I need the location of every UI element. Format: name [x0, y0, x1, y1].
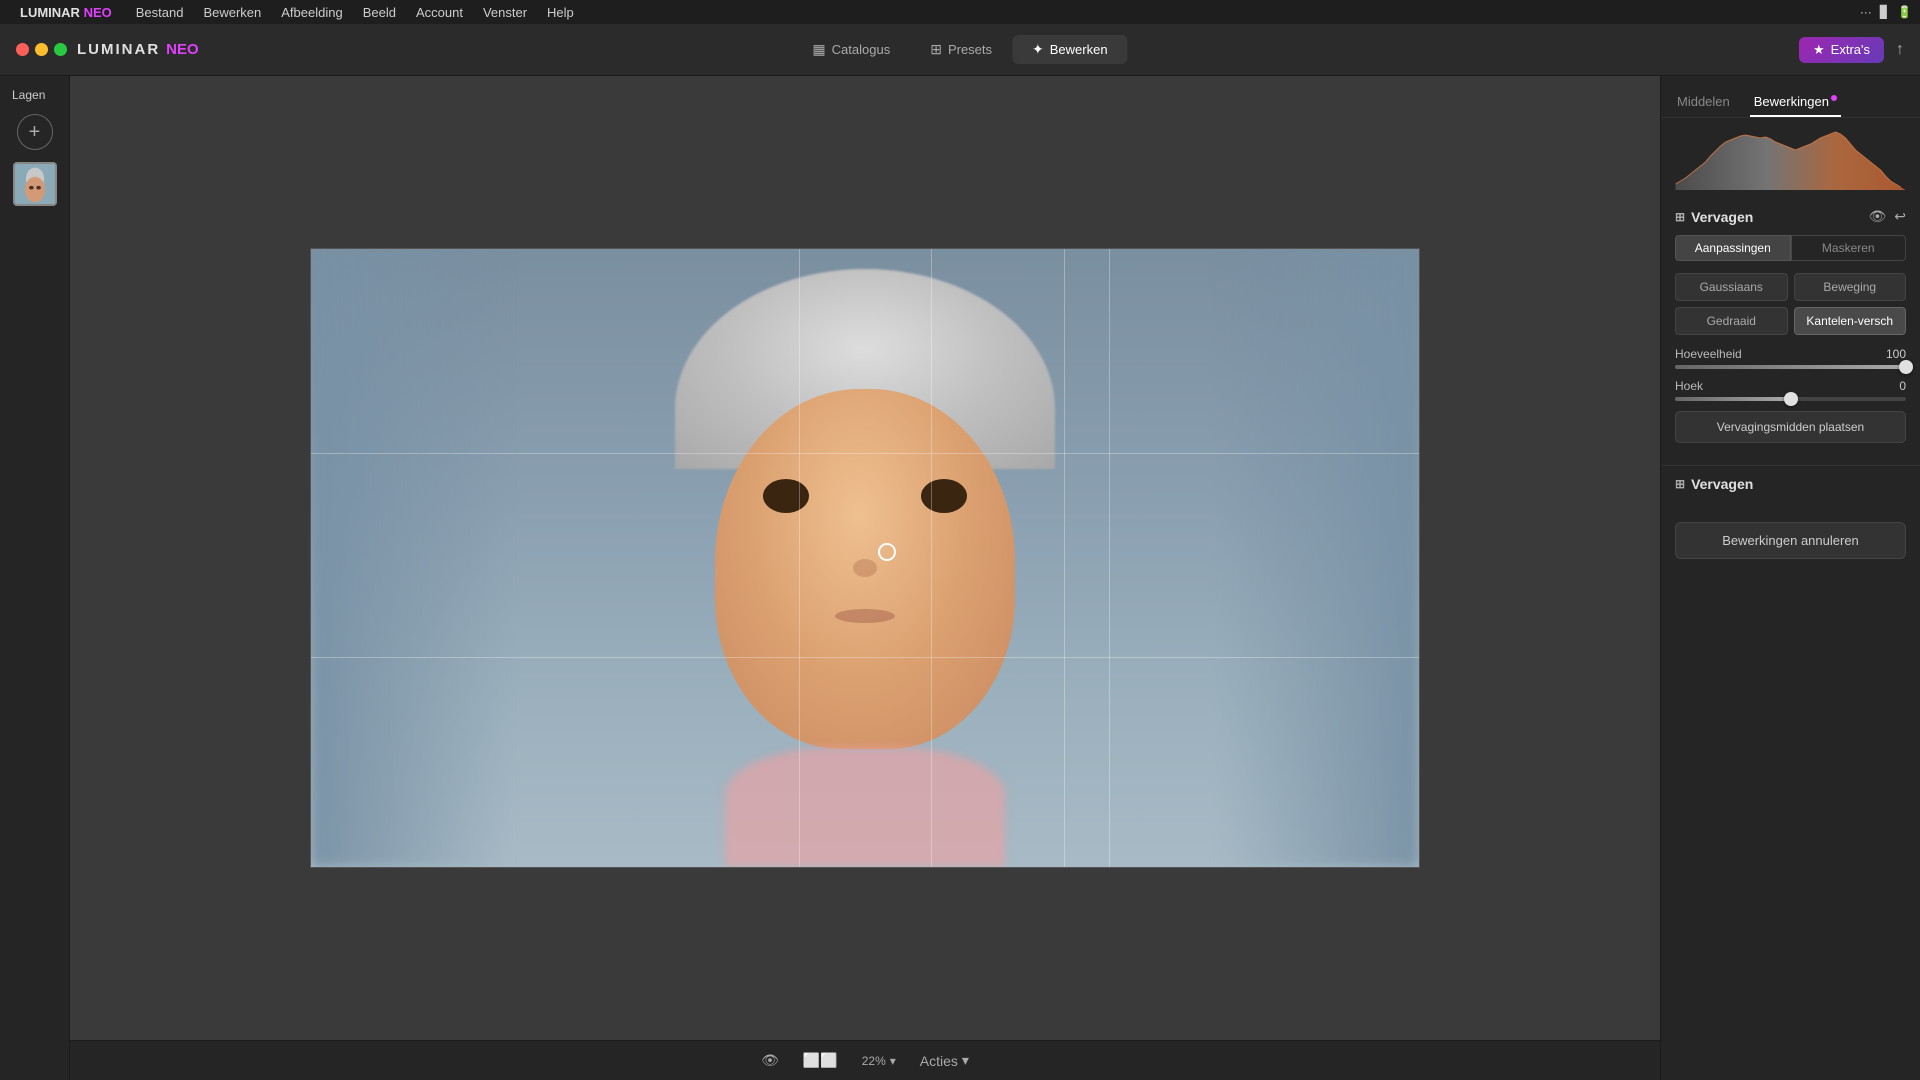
menubar-right: ··· ▊ 🔋: [1860, 5, 1912, 19]
bewerken-icon: ✦: [1032, 41, 1044, 58]
layers-title: Lagen: [0, 88, 45, 102]
photo-background: [311, 249, 1419, 867]
hoek-slider[interactable]: [1675, 397, 1906, 401]
menu-beeld[interactable]: Beeld: [355, 3, 404, 22]
presets-icon: ⊞: [930, 41, 942, 58]
right-panel: Middelen Bewerkingen: [1660, 76, 1920, 1080]
menu-venster[interactable]: Venster: [475, 3, 535, 22]
logo-neo: NEO: [166, 41, 199, 58]
menu-bestand[interactable]: Bestand: [128, 3, 192, 22]
cancel-bewerkingen-button[interactable]: Bewerkingen annuleren: [1675, 522, 1906, 559]
catalogus-icon: ▦: [812, 41, 825, 58]
tab-middelen[interactable]: Middelen: [1673, 88, 1734, 117]
actions-chevron-icon: ▾: [962, 1052, 969, 1069]
logo-text: LUMINAR: [77, 41, 160, 58]
share-button[interactable]: ↑: [1896, 41, 1904, 59]
menu-afbeelding[interactable]: Afbeelding: [273, 3, 350, 22]
window-controls: [16, 43, 67, 56]
toolbar-right: ★ Extra's ↑: [1799, 37, 1904, 63]
maximize-window-button[interactable]: [54, 43, 67, 56]
extras-button[interactable]: ★ Extra's: [1799, 37, 1884, 63]
blur-gaussiaans[interactable]: Gaussiaans: [1675, 273, 1788, 301]
menu-bar: LUMINAR NEO Bestand Bewerken Afbeelding …: [0, 0, 1920, 24]
hoek-value: 0: [1899, 379, 1906, 393]
battery-icon: 🔋: [1897, 5, 1912, 19]
blur-type-buttons: Gaussiaans Beweging Gedraaid Kantelen-ve…: [1675, 273, 1906, 335]
place-center-button[interactable]: Vervagingsmidden plaatsen: [1675, 411, 1906, 443]
hoeveelheid-label-row: Hoeveelheid 100: [1675, 347, 1906, 361]
right-panel-tabs: Middelen Bewerkingen: [1661, 76, 1920, 118]
vervagen-section: ⊞ Vervagen 👁 ↩ Aanpassingen Maskeren Gau…: [1661, 198, 1920, 465]
section2-title: ⊞ Vervagen: [1675, 476, 1753, 492]
tab-bewerkingen[interactable]: Bewerkingen: [1750, 88, 1841, 117]
grid-icon: ⊞: [1675, 210, 1685, 224]
nav-presets[interactable]: ⊞ Presets: [910, 35, 1012, 64]
tab-aanpassingen[interactable]: Aanpassingen: [1675, 235, 1791, 261]
nav-catalogus[interactable]: ▦ Catalogus: [792, 35, 910, 64]
section2-header: ⊞ Vervagen: [1675, 476, 1906, 492]
blur-center-marker[interactable]: [878, 543, 896, 561]
hoeveelheid-value: 100: [1886, 347, 1906, 361]
histogram: [1661, 118, 1920, 198]
extras-star-icon: ★: [1813, 42, 1825, 58]
grid-icon-2: ⊞: [1675, 477, 1685, 491]
blur-kantelen[interactable]: Kantelen-versch: [1794, 307, 1907, 335]
layer-thumb-image: [15, 164, 55, 204]
minimize-window-button[interactable]: [35, 43, 48, 56]
photo-canvas[interactable]: [310, 248, 1420, 868]
zoom-value: 22%: [862, 1054, 886, 1068]
menu-bewerken[interactable]: Bewerken: [195, 3, 269, 22]
visibility-btn[interactable]: 👁: [1868, 208, 1886, 225]
visibility-toggle[interactable]: 👁: [761, 1052, 779, 1069]
app-name: LUMINAR NEO: [20, 5, 112, 20]
tab-maskeren[interactable]: Maskeren: [1791, 235, 1907, 261]
zoom-chevron-icon: ▾: [890, 1054, 896, 1068]
bottom-bar: 👁 ⬜⬜ 22% ▾ Acties ▾: [70, 1040, 1660, 1080]
toolbar: LUMINAR NEO ▦ Catalogus ⊞ Presets ✦ Bewe…: [0, 24, 1920, 76]
section-title: ⊞ Vervagen: [1675, 209, 1753, 225]
main-layout: Lagen +: [0, 76, 1920, 1080]
wifi-icon: ▊: [1880, 5, 1889, 19]
hoek-label: Hoek: [1675, 379, 1703, 393]
hoeveelheid-label: Hoeveelheid: [1675, 347, 1742, 361]
blur-beweging[interactable]: Beweging: [1794, 273, 1907, 301]
hoeveelheid-slider-row: Hoeveelheid 100: [1675, 347, 1906, 369]
reset-btn[interactable]: ↩: [1894, 208, 1906, 225]
bewerkingen-dot: [1831, 95, 1837, 101]
menu-dots[interactable]: ···: [1860, 5, 1872, 19]
section-actions: 👁 ↩: [1868, 208, 1906, 225]
nav-bewerken[interactable]: ✦ Bewerken: [1012, 35, 1128, 64]
actions-button[interactable]: Acties ▾: [920, 1052, 969, 1069]
menu-help[interactable]: Help: [539, 3, 582, 22]
canvas-area: 👁 ⬜⬜ 22% ▾ Acties ▾: [70, 76, 1660, 1080]
compare-view-button[interactable]: ⬜⬜: [803, 1052, 838, 1069]
layer-thumbnail[interactable]: [13, 162, 57, 206]
toolbar-logo: LUMINAR NEO: [16, 41, 199, 58]
menu-account[interactable]: Account: [408, 3, 471, 22]
close-window-button[interactable]: [16, 43, 29, 56]
zoom-control[interactable]: 22% ▾: [862, 1054, 896, 1068]
histogram-chart: [1673, 126, 1908, 190]
canvas-wrapper[interactable]: [70, 76, 1660, 1040]
hoek-label-row: Hoek 0: [1675, 379, 1906, 393]
blur-gedraaid[interactable]: Gedraaid: [1675, 307, 1788, 335]
vervagen-section-2: ⊞ Vervagen: [1661, 465, 1920, 512]
section-header: ⊞ Vervagen 👁 ↩: [1675, 208, 1906, 225]
add-layer-button[interactable]: +: [17, 114, 53, 150]
toolbar-nav: ▦ Catalogus ⊞ Presets ✦ Bewerken: [792, 35, 1127, 64]
sub-tabs: Aanpassingen Maskeren: [1675, 235, 1906, 261]
hoek-slider-row: Hoek 0: [1675, 379, 1906, 401]
hoeveelheid-slider[interactable]: [1675, 365, 1906, 369]
left-panel: Lagen +: [0, 76, 70, 1080]
